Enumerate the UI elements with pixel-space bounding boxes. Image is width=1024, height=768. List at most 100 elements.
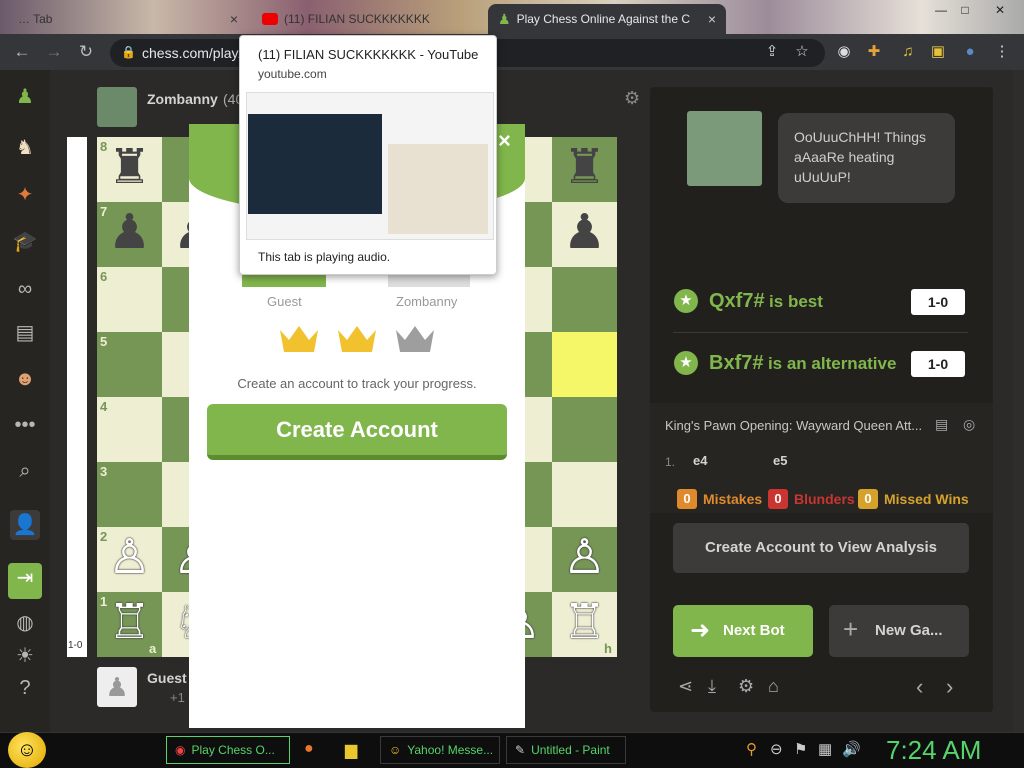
board-square[interactable] [552,267,617,332]
alt-move-star-icon: ★ [674,351,698,375]
chess-pawn-icon: ♟ [498,10,511,27]
puzzles-icon[interactable]: ✦ [10,180,40,210]
zombanny-bot-avatar [687,111,762,186]
lock-icon[interactable]: 🔒 [121,45,136,59]
flag-tray-icon[interactable]: ⚑ [794,740,807,758]
tab-label: (11) FILIAN SUCKKKKKKK [284,12,430,26]
missed-wins-label: Missed Wins [884,491,969,507]
watch-icon[interactable]: ∞ [10,274,40,304]
taskbar-label: Yahoo! Messe... [407,743,494,757]
volume-icon[interactable]: 🔊 [842,740,861,758]
close-icon[interactable]: × [230,11,238,27]
best-score: 1-0 [911,289,965,315]
black-pawn[interactable]: ♟ [552,202,617,267]
language-globe-icon[interactable]: ◍ [10,608,40,638]
folder-icon[interactable]: ▆ [345,740,357,760]
social-icon[interactable]: ☻ [10,364,40,394]
firefox-icon[interactable]: ● [304,740,314,758]
next-bot-label: Next Bot [723,622,785,639]
board-square[interactable] [552,332,617,397]
tab-unknown[interactable]: … Tab × [8,4,248,34]
black-rook[interactable]: ♜ [97,137,162,202]
settings-gear-icon[interactable]: ⚙ [624,88,640,109]
explorer-compass-icon[interactable]: ◎ [963,416,975,433]
tray-icon[interactable]: ⊖ [770,740,783,758]
reload-icon[interactable]: ↻ [76,42,96,62]
taskbar-yahoo[interactable]: ☺ Yahoo! Messe... [380,736,500,764]
learn-icon[interactable]: 🎓 [10,227,40,257]
share-icon[interactable]: ⋖ [678,676,693,697]
museum-icon[interactable]: ⌂ [768,676,779,697]
more-icon[interactable]: ••• [10,410,40,440]
close-icon[interactable]: × [708,11,716,27]
clock[interactable]: 7:24 AM [886,735,981,766]
flag-extension-icon[interactable]: ◉ [834,42,854,62]
black-pawn[interactable]: ♟ [97,202,162,267]
media-control-icon[interactable]: ♫ [898,42,918,62]
white-rook[interactable]: ♖ [552,592,617,657]
search-tray-icon[interactable]: ⚲ [746,740,757,758]
create-account-analysis-button[interactable]: Create Account to View Analysis [673,523,969,573]
move-number: 1. [665,455,676,469]
prev-move-icon[interactable]: ‹ [916,674,923,700]
white-move[interactable]: e4 [693,453,707,468]
bookmark-star-icon[interactable]: ☆ [792,42,812,62]
login-icon[interactable]: ⇥ [8,563,42,599]
opening-name[interactable]: King's Pawn Opening: Wayward Queen Att..… [665,418,922,433]
forward-icon[interactable]: → [44,42,64,62]
bottom-player-extra: +1 [170,690,185,705]
profile-avatar[interactable]: ● [960,42,980,62]
sidepanel-icon[interactable]: ▣ [928,42,948,62]
board-square[interactable] [552,397,617,462]
network-tray-icon[interactable]: ▦ [818,740,832,758]
minimize-icon[interactable]: — [930,2,952,18]
bot-speech-bubble: OoUuuChHH! Things aAaaRe heating uUuUuP! [778,113,955,203]
tab-chess[interactable]: ♟ Play Chess Online Against the C × [488,4,726,34]
settings-icon[interactable]: ⚙ [738,676,754,697]
tab-youtube[interactable]: (11) FILIAN SUCKKKKKKK [252,4,484,34]
blunders-count: 0 [768,489,788,509]
theme-sun-icon[interactable]: ☀ [10,641,40,671]
maximize-icon[interactable]: □ [954,2,976,18]
zombanny-avatar [97,87,137,127]
next-move-icon[interactable]: › [946,674,953,700]
tab-label: Play Chess Online Against the C [516,12,690,26]
white-rook[interactable]: ♖ [97,592,162,657]
white-pawn[interactable]: ♙ [552,527,617,592]
taskbar-paint[interactable]: ✎ Untitled - Paint [506,736,626,764]
black-rook[interactable]: ♜ [552,137,617,202]
bottom-player-name: Guest [147,670,187,686]
create-account-button[interactable]: Create Account [207,404,507,460]
start-smiley-icon[interactable]: ☺ [8,732,46,768]
download-icon[interactable]: ⤓ [708,676,716,697]
taskbar-chrome[interactable]: ◉ Play Chess O... [166,736,290,764]
search-icon[interactable]: ⌕ [10,456,40,486]
page-scrollbar[interactable] [1013,70,1024,732]
back-icon[interactable]: ← [12,42,32,62]
help-icon[interactable]: ? [10,673,40,703]
extension-puzzle-icon[interactable]: ✚ [864,42,884,62]
share-icon[interactable]: ⇪ [762,42,782,62]
alt-move-line: Bxf7# is an alternative [709,352,896,375]
board-square[interactable] [552,462,617,527]
signup-icon[interactable]: 👤 [10,510,40,540]
alt-move-text: is an alternative [767,354,897,373]
play-icon[interactable]: ♞ [10,133,40,163]
modal-bot-label: Zombanny [396,294,458,309]
white-pawn[interactable]: ♙ [97,527,162,592]
taskbar-label: Play Chess O... [191,743,275,757]
book-icon[interactable]: ▤ [935,416,948,433]
black-move[interactable]: e5 [773,453,787,468]
mistakes-count: 0 [677,489,697,509]
url-text[interactable]: chess.com/play/ [142,45,242,61]
best-move-line: Qxf7# is best [709,290,823,313]
tooltip-title: (11) FILIAN SUCKKKKKKK - YouTube [258,47,479,62]
menu-dots-icon[interactable]: ⋮ [992,42,1012,62]
close-window-icon[interactable]: ✕ [980,2,1020,18]
rank-label: 3 [100,464,108,479]
close-icon[interactable]: × [498,128,511,154]
modal-prompt: Create an account to track your progress… [237,376,477,391]
crown-grey-icon [396,326,434,352]
news-icon[interactable]: ▤ [10,318,40,348]
chesscom-logo-icon[interactable]: ♟ [10,82,40,112]
